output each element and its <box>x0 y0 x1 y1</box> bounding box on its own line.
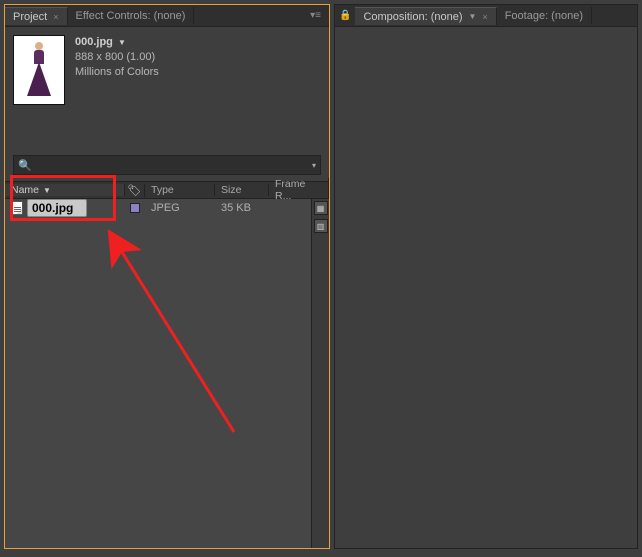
tab-project-label: Project <box>13 11 47 23</box>
chevron-down-icon[interactable]: ▼ <box>469 12 477 21</box>
asset-color-depth: Millions of Colors <box>75 65 159 80</box>
column-size-label: Size <box>221 184 241 196</box>
column-label[interactable]: 🏷 <box>125 184 145 197</box>
project-scrollbar[interactable]: ▦ ▥ <box>311 199 329 548</box>
close-icon[interactable]: × <box>53 12 58 22</box>
tab-composition-label: Composition: (none) <box>363 11 462 23</box>
project-column-header: Name ▼ 🏷 Type Size Frame R... <box>5 181 329 199</box>
project-items-list: 000.jpg JPEG 35 KB ▦ ▥ <box>5 199 329 548</box>
cell-label[interactable] <box>125 203 145 213</box>
sort-arrow-icon: ▼ <box>43 186 51 195</box>
asset-thumbnail[interactable] <box>13 35 65 105</box>
file-icon <box>11 201 23 215</box>
scroll-icon-b[interactable]: ▥ <box>314 219 328 233</box>
viewer-panel: 🔒 Composition: (none) ▼ × Footage: (none… <box>334 4 638 549</box>
label-swatch <box>130 203 140 213</box>
tab-effect-controls-label: Effect Controls: (none) <box>76 10 186 22</box>
asset-info: 000.jpg ▼ 888 x 800 (1.00) Millions of C… <box>5 27 329 117</box>
viewer-body <box>335 27 637 548</box>
table-row[interactable]: 000.jpg JPEG 35 KB <box>5 199 329 217</box>
file-name[interactable]: 000.jpg <box>27 199 87 217</box>
scroll-icon-a[interactable]: ▦ <box>314 201 328 215</box>
project-tabbar: Project × Effect Controls: (none) ▾≡ <box>5 5 329 27</box>
label-icon: 🏷 <box>128 184 142 197</box>
column-name[interactable]: Name ▼ <box>5 184 125 196</box>
column-type-label: Type <box>151 184 174 196</box>
panel-menu-icon[interactable]: ▾≡ <box>302 10 329 21</box>
thumbnail-image <box>28 42 50 98</box>
asset-details: 000.jpg ▼ 888 x 800 (1.00) Millions of C… <box>75 35 159 105</box>
column-type[interactable]: Type <box>145 184 215 196</box>
close-icon[interactable]: × <box>482 12 487 22</box>
viewer-tabbar: 🔒 Composition: (none) ▼ × Footage: (none… <box>335 5 637 27</box>
tab-composition[interactable]: Composition: (none) ▼ × <box>355 7 496 25</box>
project-search[interactable]: 🔍 ▾ <box>13 155 321 175</box>
column-name-label: Name <box>11 184 39 196</box>
cell-name[interactable]: 000.jpg <box>5 199 125 217</box>
cell-type: JPEG <box>145 202 215 214</box>
asset-name: 000.jpg <box>75 36 113 48</box>
lock-icon[interactable]: 🔒 <box>335 10 355 21</box>
column-size[interactable]: Size <box>215 184 269 196</box>
search-icon: 🔍 <box>18 159 32 172</box>
tab-footage[interactable]: Footage: (none) <box>497 7 592 24</box>
search-chevron-icon[interactable]: ▾ <box>312 161 316 170</box>
project-panel: Project × Effect Controls: (none) ▾≡ 000… <box>4 4 330 549</box>
asset-dimensions: 888 x 800 (1.00) <box>75 50 159 65</box>
tab-footage-label: Footage: (none) <box>505 10 583 22</box>
chevron-down-icon[interactable]: ▼ <box>118 38 126 47</box>
cell-size: 35 KB <box>215 202 269 214</box>
tab-project[interactable]: Project × <box>5 7 68 25</box>
tab-effect-controls[interactable]: Effect Controls: (none) <box>68 7 195 24</box>
